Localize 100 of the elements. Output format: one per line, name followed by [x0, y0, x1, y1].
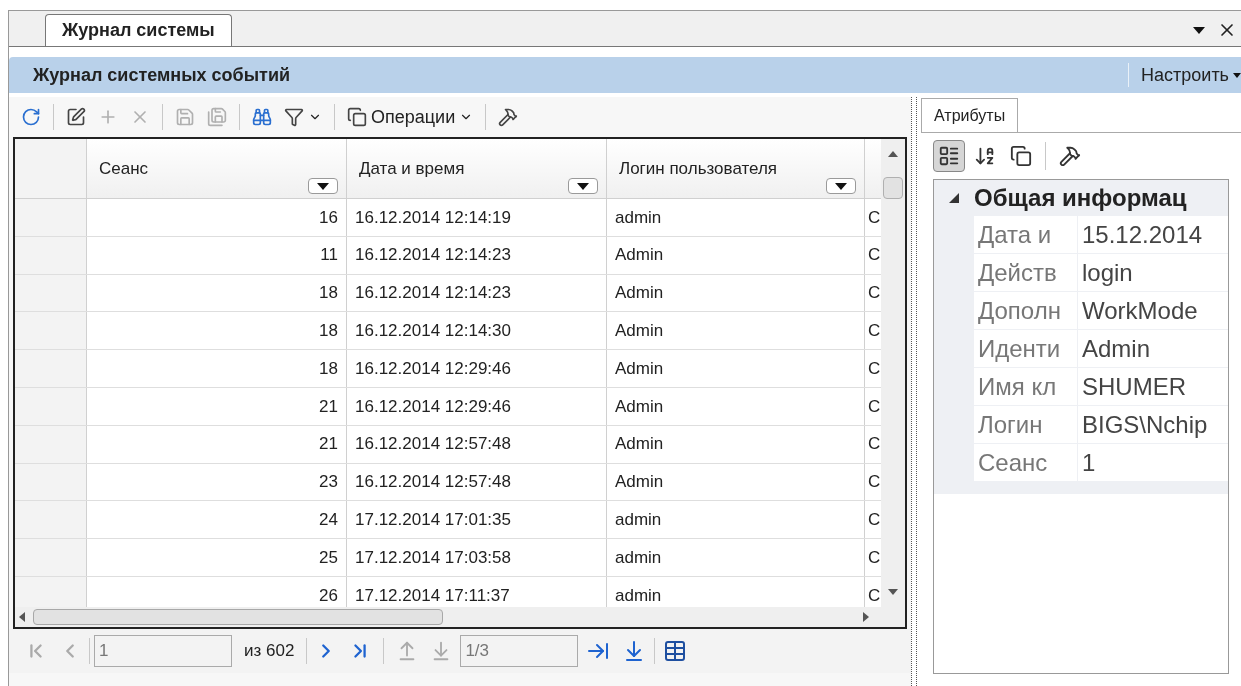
page-count: из 602	[243, 640, 296, 663]
table-cell: Admin	[607, 350, 865, 387]
column-header[interactable]: Логин пользователя	[607, 139, 865, 198]
table-cell: 17.12.2014 17:01:35	[347, 501, 607, 539]
scroll-right-icon	[863, 612, 869, 622]
row-header[interactable]	[15, 576, 87, 607]
table-row[interactable]: 25 17.12.2014 17:03:58 admin С	[15, 539, 881, 577]
table-cell: 16.12.2014 12:29:46	[347, 388, 607, 425]
table-cell: 11	[87, 236, 347, 274]
binoculars-icon	[252, 107, 272, 127]
layers-icon	[1010, 145, 1032, 167]
property-value[interactable]: BIGS\Nchip	[1078, 406, 1228, 443]
table-cell: 18	[87, 274, 347, 312]
table-cell: 21	[87, 425, 347, 463]
table-cell: Admin	[607, 463, 865, 501]
column-filter-button[interactable]	[568, 178, 598, 194]
operations-button[interactable]: Операции	[343, 102, 478, 132]
row-header[interactable]	[15, 274, 87, 312]
row-header[interactable]	[15, 463, 87, 501]
table-cell: Admin	[607, 236, 865, 274]
property-value[interactable]: login	[1078, 254, 1228, 291]
table-row[interactable]: 11 16.12.2014 12:14:23 Admin С	[15, 236, 881, 275]
row-header[interactable]	[15, 425, 87, 463]
property-value[interactable]: Admin	[1078, 330, 1228, 367]
customize-button[interactable]: Настроить	[1141, 61, 1241, 89]
table-row[interactable]: 16 16.12.2014 12:14:19 admin С	[15, 199, 881, 237]
table-cell-text: С	[867, 206, 881, 229]
table-cell: 16.12.2014 12:14:23	[347, 274, 607, 312]
table-cell-text: С	[867, 471, 881, 494]
column-filter-button[interactable]	[308, 178, 338, 194]
table-row[interactable]: 23 16.12.2014 12:57:48 Admin С	[15, 463, 881, 502]
property-value[interactable]: WorkMode	[1078, 292, 1228, 329]
table-cell: 16.12.2014 12:57:48	[347, 425, 607, 463]
attributes-tab[interactable]: Атрибуты	[921, 98, 1019, 132]
category-header: Общая информац	[974, 183, 1187, 213]
table-cell: 16.12.2014 12:14:23	[347, 236, 607, 274]
refresh-icon	[21, 107, 41, 127]
hammer-icon	[1059, 145, 1081, 167]
table-cell: 24	[87, 501, 347, 539]
table-cell-text: С	[867, 546, 881, 569]
table-row[interactable]: 21 16.12.2014 12:57:48 Admin С	[15, 425, 881, 464]
page-number-field[interactable]: 1	[94, 635, 232, 667]
table-cell-text: С	[867, 244, 881, 267]
property-value[interactable]: 1	[1078, 444, 1228, 481]
table-cell-text: С	[867, 282, 881, 305]
expand-arrow-icon[interactable]	[949, 193, 959, 203]
sort-az-icon	[974, 145, 996, 167]
property-name: Действ	[974, 254, 1078, 291]
table-cell: 21	[87, 388, 347, 425]
list-icon	[938, 145, 960, 167]
table-icon[interactable]	[663, 639, 688, 663]
table-cell: admin	[607, 501, 865, 539]
table-cell: 16.12.2014 12:14:19	[347, 199, 607, 236]
property-name: Логин	[974, 406, 1078, 443]
property-name: Дата и	[974, 216, 1078, 253]
table-row[interactable]: 18 16.12.2014 12:14:30 Admin С	[15, 312, 881, 351]
table-cell: Admin	[607, 274, 865, 312]
row-header[interactable]	[15, 501, 87, 539]
scroll-thumb[interactable]	[883, 177, 903, 199]
dropdown-arrow-icon	[835, 182, 847, 190]
row-header[interactable]	[15, 236, 87, 274]
table-cell: Admin	[607, 425, 865, 463]
horizontal-scrollbar[interactable]	[15, 607, 905, 627]
dropdown-arrow-icon	[317, 182, 329, 190]
column-header[interactable]: Дата и время	[347, 139, 607, 198]
table-row[interactable]: 24 17.12.2014 17:01:35 admin С	[15, 501, 881, 540]
document-tab[interactable]: Журнал системы	[45, 14, 232, 46]
column-filter-button[interactable]	[826, 178, 856, 194]
property-value[interactable]: 15.12.2014	[1078, 216, 1228, 253]
table-row[interactable]: 18 16.12.2014 12:29:46 Admin С	[15, 350, 881, 388]
scroll-up-icon	[888, 151, 898, 157]
scroll-thumb[interactable]	[33, 609, 443, 625]
table-cell: 16.12.2014 12:29:46	[347, 350, 607, 387]
table-row[interactable]: 21 16.12.2014 12:29:46 Admin С	[15, 388, 881, 426]
table-cell: 18	[87, 350, 347, 387]
dropdown-arrow-icon	[577, 182, 589, 190]
save-icon	[175, 107, 195, 127]
table-row[interactable]: 18 16.12.2014 12:14:23 Admin С	[15, 274, 881, 313]
save-all-icon	[207, 107, 227, 127]
dropdown-arrow-icon[interactable]	[1193, 26, 1205, 34]
table-cell: Admin	[607, 388, 865, 425]
table-cell-text: С	[867, 395, 881, 418]
property-value[interactable]: SHUMER	[1078, 368, 1228, 405]
subpage-field[interactable]: 1/3	[460, 635, 579, 667]
table-cell: 16	[87, 199, 347, 236]
table-cell-text: С	[867, 433, 881, 456]
scroll-left-icon	[19, 612, 25, 622]
table-cell: 16.12.2014 12:14:30	[347, 312, 607, 350]
vertical-scrollbar[interactable]	[881, 139, 905, 607]
table-cell: Admin	[607, 312, 865, 350]
column-header[interactable]: Сеанс	[87, 139, 347, 198]
layers-icon	[347, 107, 367, 127]
property-name: Имя кл	[974, 368, 1078, 405]
row-header[interactable]	[15, 312, 87, 350]
table-cell-text: С	[867, 357, 881, 380]
table-cell: 17.12.2014 17:03:58	[347, 539, 607, 576]
dropdown-arrow-icon	[1233, 72, 1241, 78]
categorized-view-button[interactable]	[933, 140, 965, 172]
property-name: Сеанс	[974, 444, 1078, 481]
property-name: Дополн	[974, 292, 1078, 329]
